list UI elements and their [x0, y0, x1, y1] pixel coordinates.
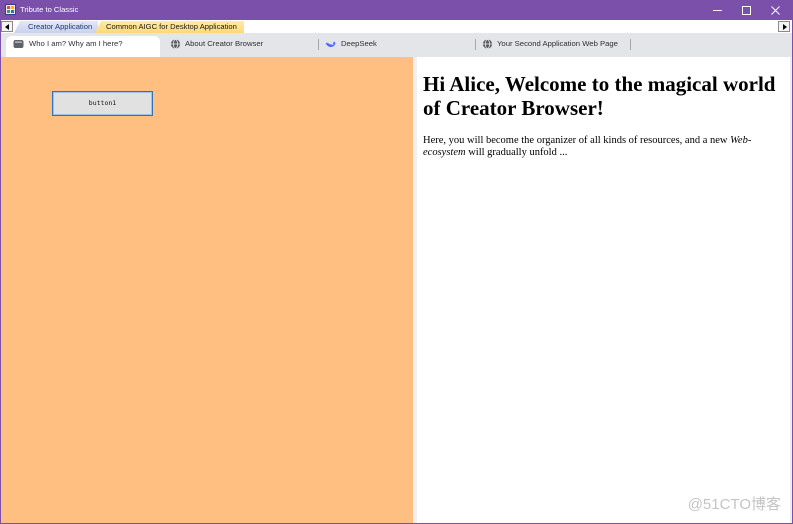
app-tab-common-aigc[interactable]: Common AIGC for Desktop Application: [95, 21, 244, 33]
maximize-button[interactable]: [732, 0, 761, 20]
browser-tab-label: DeepSeek: [341, 39, 377, 48]
browser-tab-label: About Creator Browser: [185, 39, 264, 48]
tab-separator: [475, 39, 476, 50]
web-view: Hi Alice, Welcome to the magical world o…: [417, 57, 790, 524]
close-button[interactable]: [761, 0, 790, 20]
intro-paragraph: Here, you will become the organizer of a…: [423, 135, 783, 159]
button1[interactable]: button1: [52, 91, 153, 116]
maximize-icon: [742, 6, 751, 15]
window-title: Tribute to Classic: [20, 5, 79, 14]
globe-icon: [170, 39, 181, 49]
close-icon: [771, 6, 780, 15]
browser-tab-label: Who I am? Why am I here?: [29, 39, 123, 48]
browser-tab-who-am-i[interactable]: Who I am? Why am I here?: [6, 36, 160, 57]
welcome-heading: Hi Alice, Welcome to the magical world o…: [423, 72, 776, 120]
minimize-icon: [713, 10, 722, 11]
browser-tab-label: Your Second Application Web Page: [497, 39, 618, 48]
globe-icon: [482, 39, 493, 49]
watermark: @51CTO博客: [687, 496, 781, 513]
left-panel: button1: [0, 57, 413, 524]
scroll-right-button[interactable]: [778, 21, 790, 32]
app-icon[interactable]: [5, 4, 16, 15]
application-tab-strip: Creator Application Common AIGC for Desk…: [0, 20, 793, 33]
intro-text: Here, you will become the organizer of a…: [423, 135, 731, 146]
app-tab-creator-application[interactable]: Creator Application: [14, 21, 98, 33]
browser-tab-deepseek[interactable]: DeepSeek: [320, 36, 473, 57]
browser-tab-second-application[interactable]: Your Second Application Web Page: [477, 36, 628, 57]
tab-separator: [630, 39, 631, 50]
document-icon: [13, 39, 24, 49]
app-tab-label: Common AIGC for Desktop Application: [106, 22, 237, 31]
app-window: Tribute to Classic Creator Application C…: [0, 0, 793, 524]
browser-tab-bar: Who I am? Why am I here? About Creator B…: [0, 33, 793, 57]
intro-text-end: will gradually unfold ...: [465, 147, 568, 158]
scroll-left-button[interactable]: [1, 21, 13, 32]
deepseek-whale-icon: [325, 39, 336, 49]
browser-tab-about-creator-browser[interactable]: About Creator Browser: [163, 36, 316, 57]
arrow-right-icon: [783, 24, 787, 30]
tab-separator: [318, 39, 319, 50]
app-tab-label: Creator Application: [28, 22, 93, 31]
arrow-left-icon: [5, 24, 9, 30]
title-bar[interactable]: Tribute to Classic: [0, 0, 793, 20]
minimize-button[interactable]: [703, 0, 732, 20]
